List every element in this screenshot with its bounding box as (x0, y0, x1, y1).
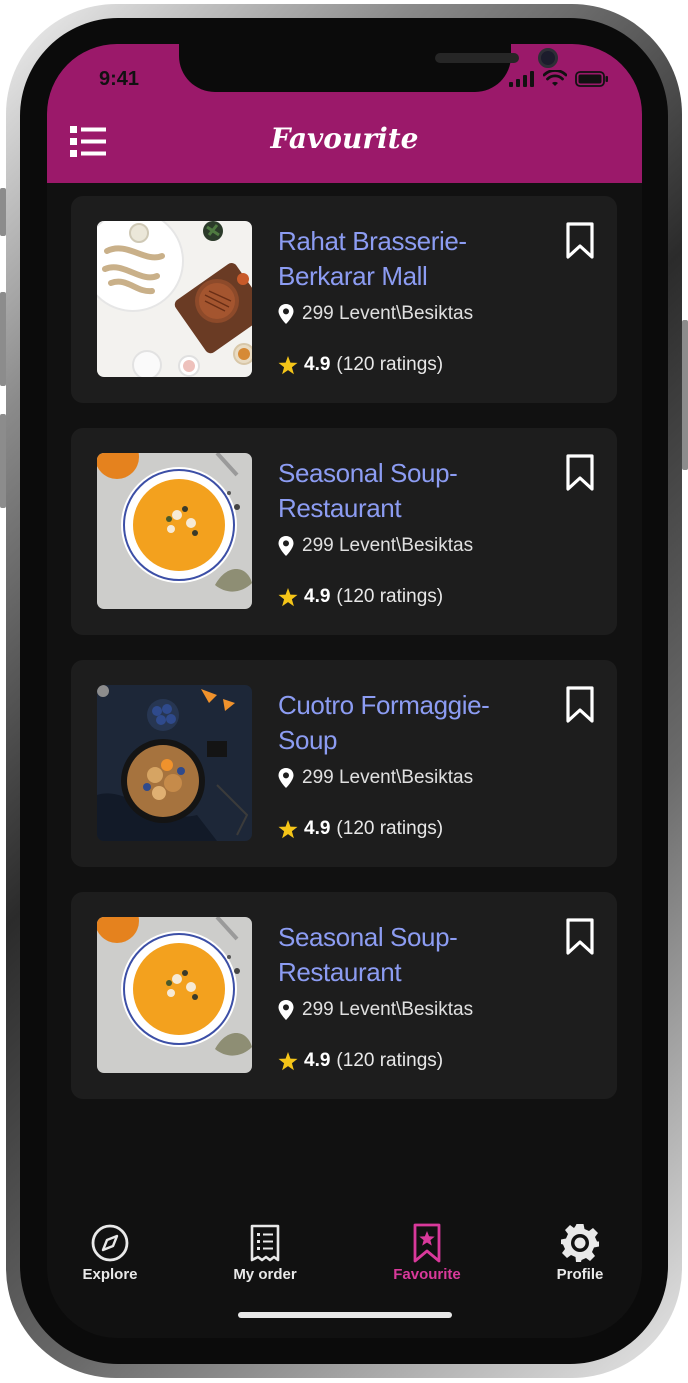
star-icon (278, 1051, 298, 1070)
restaurant-address: 299 Levent\Besiktas (278, 764, 473, 792)
address-text: 299 Levent\Besiktas (302, 303, 474, 324)
side-button-volume-up (0, 292, 6, 386)
location-pin-icon (278, 768, 294, 788)
tab-explore[interactable]: Explore (50, 1220, 170, 1300)
restaurant-address: 299 Levent\Besiktas (278, 532, 473, 560)
gear-icon (561, 1224, 599, 1262)
status-icons (509, 68, 609, 90)
side-button-volume-down (0, 414, 6, 508)
battery-icon (575, 71, 608, 87)
bookmark-icon (566, 686, 594, 723)
bookmark-icon (566, 454, 594, 491)
side-button-power (682, 320, 688, 470)
tab-label: Favourite (393, 1266, 461, 1283)
bookmark-icon (566, 918, 594, 955)
restaurant-name[interactable]: Cuotro Formaggie-Soup (278, 688, 538, 758)
restaurant-rating: 4.9 (120 ratings) (278, 815, 443, 843)
rating-score: 4.9 (304, 354, 331, 375)
page-title: Favourite (270, 122, 419, 155)
tab-label: My order (233, 1266, 297, 1283)
location-pin-icon (278, 1000, 294, 1020)
phone-notch (179, 44, 558, 92)
restaurant-image[interactable] (97, 917, 252, 1073)
restaurant-address: 299 Levent\Besiktas (278, 996, 473, 1024)
restaurant-rating: 4.9 (120 ratings) (278, 583, 443, 611)
location-pin-icon (278, 304, 294, 324)
signal-icon (509, 71, 534, 87)
rating-count: (120 ratings) (336, 586, 444, 607)
address-text: 299 Levent\Besiktas (302, 999, 474, 1020)
notch-speaker (435, 53, 519, 63)
restaurant-name[interactable]: Seasonal Soup-Restaurant (278, 456, 538, 526)
tab-profile[interactable]: Profile (520, 1220, 640, 1300)
bookmark-button[interactable] (565, 453, 595, 493)
favourite-card[interactable]: Seasonal Soup-Restaurant 299 Levent\Besi… (71, 892, 617, 1099)
side-button-mute (0, 188, 6, 236)
restaurant-image[interactable] (97, 221, 252, 377)
restaurant-rating: 4.9 (120 ratings) (278, 351, 443, 379)
rating-count: (120 ratings) (336, 354, 444, 375)
favourite-card[interactable]: Cuotro Formaggie-Soup 299 Levent\Besikta… (71, 660, 617, 867)
address-text: 299 Levent\Besiktas (302, 535, 474, 556)
rating-count: (120 ratings) (336, 1050, 444, 1071)
bookmark-star-icon (413, 1223, 441, 1263)
wifi-icon (543, 70, 567, 86)
favourite-card[interactable]: Seasonal Soup-Restaurant 299 Levent\Besi… (71, 428, 617, 635)
restaurant-address: 299 Levent\Besiktas (278, 300, 473, 328)
star-icon (278, 819, 298, 838)
tab-favourite[interactable]: Favourite (367, 1220, 487, 1300)
star-icon (278, 587, 298, 606)
home-indicator[interactable] (238, 1312, 452, 1318)
restaurant-name[interactable]: Rahat Brasserie-Berkarar Mall (278, 224, 538, 294)
bookmark-button[interactable] (565, 221, 595, 261)
location-pin-icon (278, 536, 294, 556)
tab-my-order[interactable]: My order (205, 1220, 325, 1300)
rating-count: (120 ratings) (336, 818, 444, 839)
restaurant-image[interactable] (97, 453, 252, 609)
favourite-card[interactable]: Rahat Brasserie-Berkarar Mall 299 Levent… (71, 196, 617, 403)
tab-label: Profile (556, 1266, 604, 1283)
rating-score: 4.9 (304, 586, 331, 607)
receipt-icon (250, 1224, 280, 1262)
bookmark-button[interactable] (565, 685, 595, 725)
rating-score: 4.9 (304, 1050, 331, 1071)
tab-label: Explore (82, 1266, 138, 1283)
address-text: 299 Levent\Besiktas (302, 767, 474, 788)
rating-score: 4.9 (304, 818, 331, 839)
bookmark-button[interactable] (565, 917, 595, 957)
notch-camera (538, 48, 558, 68)
compass-icon (91, 1224, 129, 1262)
star-icon (278, 355, 298, 374)
app-screen: 9:41 Favourite Rahat Brasserie-Berkarar … (47, 44, 642, 1338)
restaurant-name[interactable]: Seasonal Soup-Restaurant (278, 920, 538, 990)
status-time: 9:41 (99, 68, 140, 90)
bookmark-icon (566, 222, 594, 259)
restaurant-image[interactable] (97, 685, 252, 841)
restaurant-rating: 4.9 (120 ratings) (278, 1047, 443, 1075)
